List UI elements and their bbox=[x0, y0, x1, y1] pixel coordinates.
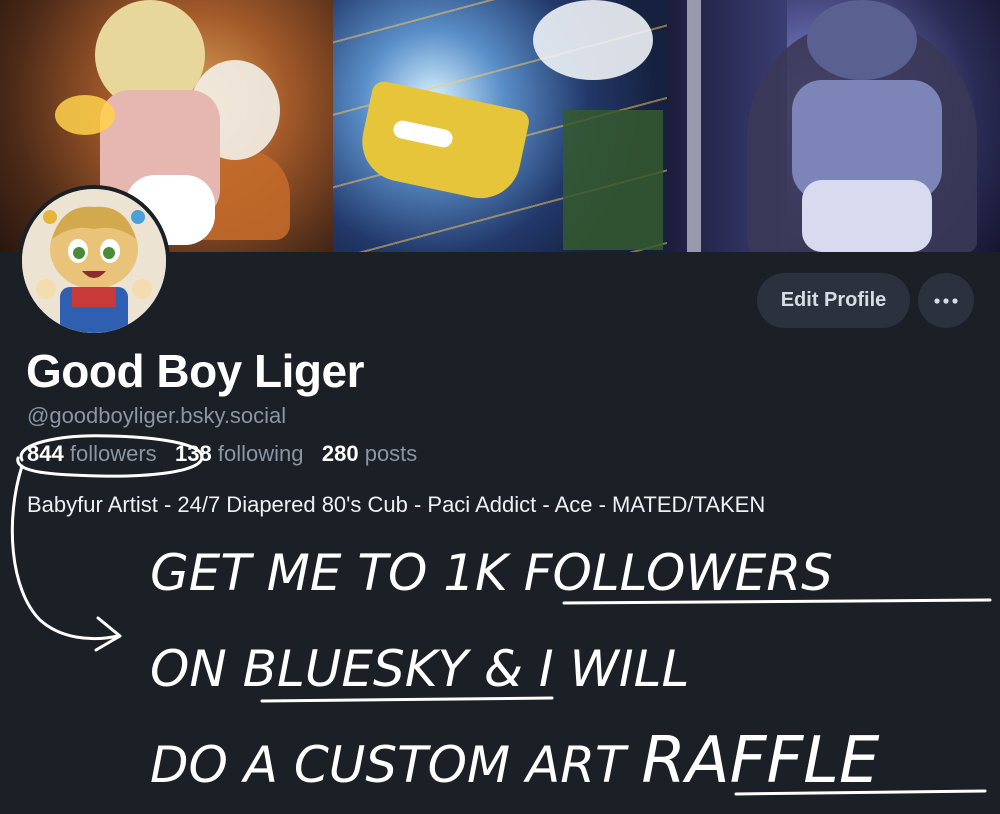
profile-bio: Babyfur Artist - 24/7 Diapered 80's Cub … bbox=[27, 492, 766, 517]
posts-stat: 280 posts bbox=[322, 441, 417, 466]
note-line-1: GET ME TO 1K FOLLOWERS bbox=[150, 544, 833, 602]
banner-artwork-right bbox=[667, 0, 1000, 252]
underline-1k-followers bbox=[562, 598, 992, 605]
edit-profile-button[interactable]: Edit Profile bbox=[757, 273, 910, 328]
banner-artwork-middle bbox=[333, 0, 667, 252]
more-options-button[interactable] bbox=[918, 273, 974, 328]
profile-stats: 844 followers 138 following 280 posts bbox=[27, 441, 417, 467]
ellipsis-icon bbox=[934, 297, 958, 304]
underline-bluesky bbox=[260, 696, 554, 703]
following-label: following bbox=[217, 441, 304, 466]
avatar[interactable] bbox=[18, 185, 170, 337]
user-handle: @goodboyliger.bsky.social bbox=[27, 403, 287, 428]
following-link[interactable]: 138 following bbox=[175, 441, 303, 466]
underline-raffle bbox=[734, 789, 987, 796]
followers-link[interactable]: 844 followers bbox=[27, 441, 157, 466]
following-count: 138 bbox=[175, 441, 212, 466]
followers-label: followers bbox=[69, 441, 157, 466]
avatar-image bbox=[22, 189, 166, 333]
note-line-3: DO A CUSTOM ART RAFFLE bbox=[150, 724, 880, 798]
note-line-2: ON BLUESKY & I WILL bbox=[150, 640, 689, 698]
posts-label: posts bbox=[364, 441, 418, 466]
arrow-head bbox=[94, 616, 122, 652]
posts-count: 280 bbox=[321, 441, 359, 466]
followers-count: 844 bbox=[27, 441, 64, 466]
display-name: Good Boy Liger bbox=[26, 345, 365, 397]
